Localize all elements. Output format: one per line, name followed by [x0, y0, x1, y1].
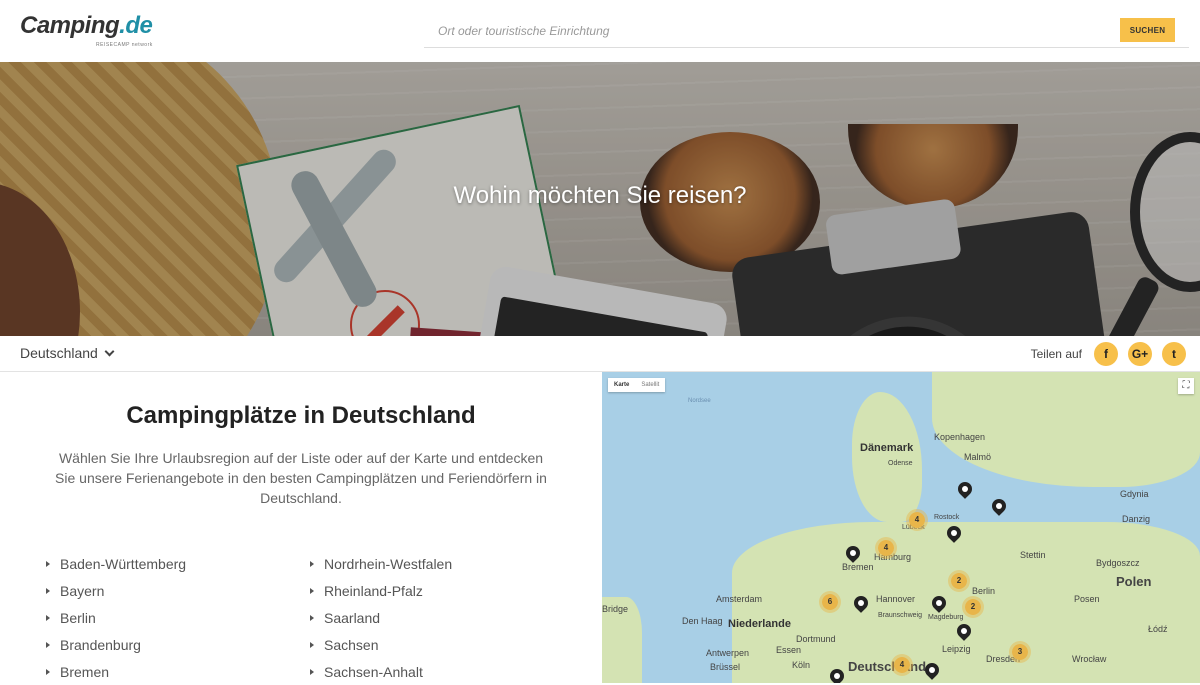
- region-link[interactable]: Sachsen-Anhalt: [310, 658, 452, 685]
- map-label: Malmö: [964, 452, 992, 462]
- country-dropdown[interactable]: Deutschland: [20, 345, 115, 361]
- bullet-icon: [310, 614, 314, 621]
- bullet-icon: [46, 560, 50, 567]
- region-link[interactable]: Sachsen: [310, 631, 452, 658]
- map-label: Bydgoszcz: [1096, 558, 1140, 568]
- map-label: Deutschland: [848, 659, 927, 674]
- map-pin-icon[interactable]: [931, 596, 947, 618]
- intro-text: Wählen Sie Ihre Urlaubsregion auf der Li…: [55, 450, 547, 506]
- map-label: Braunschweig: [878, 612, 922, 619]
- fullscreen-icon[interactable]: ⛶: [1178, 378, 1194, 394]
- bullet-icon: [46, 641, 50, 648]
- map-label: Stettin: [1020, 550, 1046, 560]
- map-pin-icon[interactable]: [946, 526, 962, 548]
- map-pin-icon[interactable]: [991, 499, 1007, 521]
- map-pin-icon[interactable]: [845, 546, 861, 568]
- map-toggle-map[interactable]: Karte: [608, 378, 635, 392]
- map-label: Nordsee: [688, 398, 711, 404]
- region-link[interactable]: Berlin: [46, 604, 186, 631]
- map-label: Łódź: [1148, 624, 1168, 634]
- map-label: Polen: [1116, 574, 1152, 589]
- chevron-down-icon: [104, 346, 115, 356]
- region-link[interactable]: Brandenburg: [46, 631, 186, 658]
- map-type-toggle: Karte Satellit: [608, 378, 666, 392]
- region-list-section: Campingplätze in Deutschland Wählen Sie …: [0, 372, 602, 683]
- map-label: Antwerpen: [706, 648, 750, 658]
- twitter-icon[interactable]: t: [1162, 342, 1186, 366]
- region-link[interactable]: Nordrhein-Westfalen: [310, 550, 452, 577]
- map-cluster[interactable]: 4: [875, 537, 897, 559]
- map-cluster[interactable]: 4: [891, 654, 913, 676]
- hero-banner: Wohin möchten Sie reisen?: [0, 62, 1200, 336]
- search-button[interactable]: SUCHEN: [1120, 18, 1175, 42]
- region-link[interactable]: Bayern: [46, 577, 186, 604]
- page-title: Campingplätze in Deutschland: [126, 402, 476, 429]
- share-bar: Teilen auf f G+ t: [1031, 342, 1186, 366]
- search-input[interactable]: [424, 20, 1104, 42]
- map-label: Gdynia: [1120, 489, 1149, 499]
- map-label: Essen: [776, 645, 802, 655]
- region-link[interactable]: Saarland: [310, 604, 452, 631]
- map-label: Kopenhagen: [934, 432, 986, 442]
- logo-text: Camping: [20, 12, 120, 39]
- map-label: Brüssel: [710, 662, 741, 672]
- map-pin-icon[interactable]: [956, 624, 972, 646]
- map-label: Hannover: [876, 594, 916, 604]
- map-cluster[interactable]: 3: [1009, 641, 1031, 663]
- map-pin-icon[interactable]: [853, 596, 869, 618]
- hero-title: Wohin möchten Sie reisen?: [453, 182, 747, 209]
- region-link[interactable]: Baden-Württemberg: [46, 550, 186, 577]
- map-cluster[interactable]: 2: [948, 570, 970, 592]
- map-pin-icon[interactable]: [924, 663, 940, 683]
- region-link[interactable]: Rheinland-Pfalz: [310, 577, 452, 604]
- map-label: Dänemark: [860, 442, 914, 454]
- map-cluster[interactable]: 6: [819, 591, 841, 613]
- map-label: Berlin: [972, 586, 996, 596]
- region-list-col2: Nordrhein-Westfalen Rheinland-Pfalz Saar…: [310, 550, 452, 685]
- bullet-icon: [310, 668, 314, 675]
- map-label: Niederlande: [728, 618, 791, 630]
- map-toggle-satellite[interactable]: Satellit: [635, 378, 665, 392]
- bullet-icon: [310, 641, 314, 648]
- map-label: Odense: [888, 460, 913, 467]
- map-land-denmark: [852, 392, 922, 522]
- search-bar: SUCHEN: [424, 14, 1189, 48]
- campsite-map[interactable]: Karte Satellit ⛶ Nordsee Dänemark Kopenh…: [602, 372, 1200, 683]
- map-cluster[interactable]: 4: [906, 509, 928, 531]
- map-label: Den Haag: [682, 616, 723, 626]
- map-label: Posen: [1074, 594, 1100, 604]
- map-label: Bridge: [602, 604, 629, 614]
- map-label: Amsterdam: [716, 594, 763, 604]
- google-plus-icon[interactable]: G+: [1128, 342, 1152, 366]
- map-label: Wrocław: [1072, 654, 1107, 664]
- region-list-col1: Baden-Württemberg Bayern Berlin Brandenb…: [46, 550, 186, 685]
- map-pin-icon[interactable]: [829, 669, 845, 683]
- region-link[interactable]: Bremen: [46, 658, 186, 685]
- country-bar: Deutschland Teilen auf f G+ t: [0, 336, 1200, 372]
- map-label: Danzig: [1122, 514, 1151, 524]
- facebook-icon[interactable]: f: [1094, 342, 1118, 366]
- logo-subtitle: REISECAMP network: [96, 42, 153, 48]
- bullet-icon: [46, 668, 50, 675]
- map-cluster[interactable]: 2: [962, 596, 984, 618]
- country-dropdown-label: Deutschland: [20, 345, 98, 361]
- site-header: Camping.de REISECAMP network SUCHEN: [0, 0, 1200, 62]
- share-label: Teilen auf: [1030, 347, 1082, 361]
- bullet-icon: [46, 587, 50, 594]
- map-label: Köln: [792, 660, 811, 670]
- map-pin-icon[interactable]: [957, 482, 973, 504]
- logo-tld: .de: [119, 12, 153, 39]
- map-land-scandinavia: [932, 372, 1200, 487]
- bullet-icon: [46, 614, 50, 621]
- bullet-icon: [310, 560, 314, 567]
- map-label: Rostock: [934, 514, 960, 521]
- map-label: Dortmund: [796, 634, 836, 644]
- site-logo[interactable]: Camping.de REISECAMP network: [20, 12, 153, 48]
- bullet-icon: [310, 587, 314, 594]
